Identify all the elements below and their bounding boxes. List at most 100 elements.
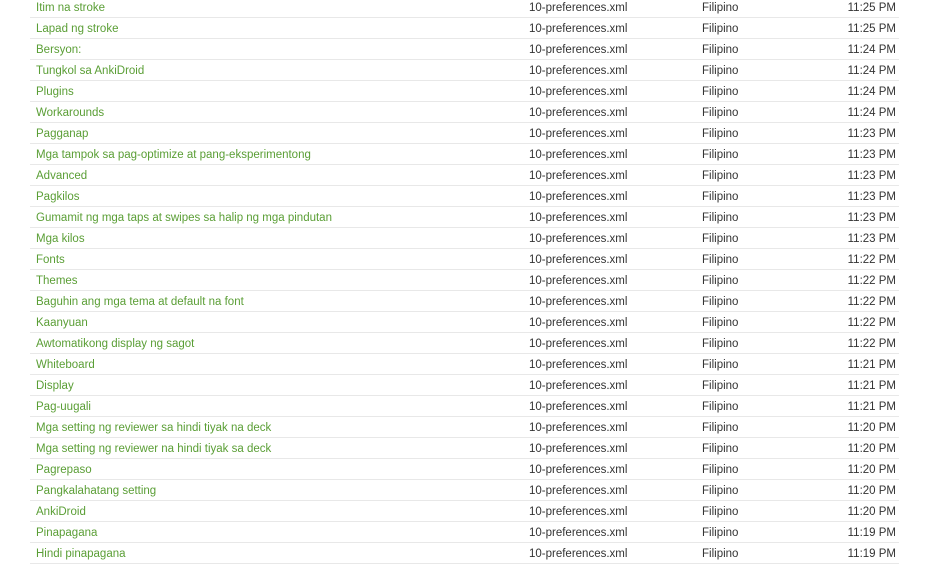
table-row: Pangkalahatang setting 10-preferences.xml… — [30, 480, 899, 501]
file-name: 10-preferences.xml — [529, 359, 628, 371]
language-label: Filipino — [702, 422, 739, 434]
language-label: Filipino — [702, 233, 739, 245]
timestamp: 11:22 PM — [847, 254, 896, 266]
string-title-link[interactable]: Kaanyuan — [36, 315, 88, 331]
table-row: Themes 10-preferences.xml Filipino 11:22 PM — [30, 270, 899, 291]
string-title-link[interactable]: Advanced — [36, 168, 87, 184]
timestamp: 11:20 PM — [847, 443, 896, 455]
table-row: Pag-uugali 10-preferences.xml Filipino 11:2… — [30, 396, 899, 417]
timestamp: 11:23 PM — [847, 128, 896, 140]
table-row: Pagrepaso 10-preferences.xml Filipino 11:20… — [30, 459, 899, 480]
file-name: 10-preferences.xml — [529, 506, 628, 518]
file-name: 10-preferences.xml — [529, 275, 628, 287]
timestamp: 11:24 PM — [847, 86, 896, 98]
language-label: Filipino — [702, 527, 739, 539]
string-title-link[interactable]: Baguhin ang mga tema at default na font — [36, 294, 244, 310]
file-name: 10-preferences.xml — [529, 191, 628, 203]
timestamp: 11:25 PM — [847, 2, 896, 14]
timestamp: 11:20 PM — [847, 506, 896, 518]
language-label: Filipino — [702, 2, 739, 14]
table-row: Workarounds 10-preferences.xml Filipino 11:… — [30, 102, 899, 123]
timestamp: 11:19 PM — [847, 548, 896, 560]
file-name: 10-preferences.xml — [529, 254, 628, 266]
string-title-link[interactable]: Themes — [36, 273, 78, 289]
timestamp: 11:25 PM — [847, 23, 896, 35]
string-title-link[interactable]: Pinapagana — [36, 525, 97, 541]
file-name: 10-preferences.xml — [529, 338, 628, 350]
string-title-link[interactable]: Gumamit ng mga taps at swipes sa halip n… — [36, 210, 332, 226]
file-name: 10-preferences.xml — [529, 86, 628, 98]
string-title-link[interactable]: Plugins — [36, 84, 74, 100]
table-row: Pagganap 10-preferences.xml Filipino 11:23 … — [30, 123, 899, 144]
timestamp: 11:20 PM — [847, 464, 896, 476]
file-name: 10-preferences.xml — [529, 107, 628, 119]
file-name: 10-preferences.xml — [529, 485, 628, 497]
string-title-link[interactable]: Mga kilos — [36, 231, 85, 247]
timestamp: 11:21 PM — [847, 359, 896, 371]
language-label: Filipino — [702, 359, 739, 371]
file-name: 10-preferences.xml — [529, 548, 628, 560]
timestamp: 11:23 PM — [847, 149, 896, 161]
timestamp: 11:19 PM — [847, 527, 896, 539]
timestamp: 11:23 PM — [847, 212, 896, 224]
timestamp: 11:23 PM — [847, 170, 896, 182]
timestamp: 11:22 PM — [847, 275, 896, 287]
string-title-link[interactable]: Tungkol sa AnkiDroid — [36, 63, 144, 79]
language-label: Filipino — [702, 401, 739, 413]
string-title-link[interactable]: Mga setting ng reviewer sa hindi tiyak n… — [36, 420, 271, 436]
timestamp: 11:24 PM — [847, 44, 896, 56]
string-title-link[interactable]: Mga setting ng reviewer na hindi tiyak s… — [36, 441, 271, 457]
string-title-link[interactable]: AnkiDroid — [36, 504, 86, 520]
file-name: 10-preferences.xml — [529, 380, 628, 392]
string-title-link[interactable]: Pagkilos — [36, 189, 79, 205]
table-row: Hindi pinapagana 10-preferences.xml Filipi… — [30, 543, 899, 564]
timestamp: 11:24 PM — [847, 107, 896, 119]
file-name: 10-preferences.xml — [529, 464, 628, 476]
file-name: 10-preferences.xml — [529, 65, 628, 77]
timestamp: 11:23 PM — [847, 191, 896, 203]
table-row: Kaanyuan 10-preferences.xml Filipino 11:22 … — [30, 312, 899, 333]
file-name: 10-preferences.xml — [529, 401, 628, 413]
table-row: Advanced 10-preferences.xml Filipino 11:23 … — [30, 165, 899, 186]
string-title-link[interactable]: Mga tampok sa pag-optimize at pang-ekspe… — [36, 147, 311, 163]
language-label: Filipino — [702, 548, 739, 560]
language-label: Filipino — [702, 23, 739, 35]
table-row: Mga kilos 10-preferences.xml Filipino 11:23… — [30, 228, 899, 249]
timestamp: 11:20 PM — [847, 422, 896, 434]
language-label: Filipino — [702, 191, 739, 203]
table-row: Lapad ng stroke 10-preferences.xml Filipin… — [30, 18, 899, 39]
string-title-link[interactable]: Pagrepaso — [36, 462, 92, 478]
string-title-link[interactable]: Workarounds — [36, 105, 104, 121]
language-label: Filipino — [702, 44, 739, 56]
table-row: Plugins 10-preferences.xml Filipino 11:24 P… — [30, 81, 899, 102]
file-name: 10-preferences.xml — [529, 422, 628, 434]
string-title-link[interactable]: Fonts — [36, 252, 65, 268]
string-title-link[interactable]: Bersyon: — [36, 42, 81, 58]
string-title-link[interactable]: Whiteboard — [36, 357, 95, 373]
table-row: Display 10-preferences.xml Filipino 11:21 P… — [30, 375, 899, 396]
string-title-link[interactable]: Display — [36, 378, 74, 394]
string-title-link[interactable]: Pagganap — [36, 126, 88, 142]
language-label: Filipino — [702, 212, 739, 224]
file-name: 10-preferences.xml — [529, 128, 628, 140]
file-name: 10-preferences.xml — [529, 233, 628, 245]
file-name: 10-preferences.xml — [529, 212, 628, 224]
table-row: Awtomatikong display ng sagot 10-preferen… — [30, 333, 899, 354]
table-row: Mga tampok sa pag-optimize at pang-ekspe… — [30, 144, 899, 165]
string-title-link[interactable]: Hindi pinapagana — [36, 546, 126, 562]
string-title-link[interactable]: Pag-uugali — [36, 399, 91, 415]
file-name: 10-preferences.xml — [529, 527, 628, 539]
language-label: Filipino — [702, 149, 739, 161]
string-title-link[interactable]: Pangkalahatang setting — [36, 483, 156, 499]
file-name: 10-preferences.xml — [529, 149, 628, 161]
language-label: Filipino — [702, 86, 739, 98]
table-row: Pagkilos 10-preferences.xml Filipino 11:23 … — [30, 186, 899, 207]
file-name: 10-preferences.xml — [529, 2, 628, 14]
string-title-link[interactable]: Itim na stroke — [36, 0, 105, 16]
string-title-link[interactable]: Awtomatikong display ng sagot — [36, 336, 194, 352]
string-title-link[interactable]: Lapad ng stroke — [36, 21, 118, 37]
table-row: Mga setting ng reviewer sa hindi tiyak n… — [30, 417, 899, 438]
language-label: Filipino — [702, 443, 739, 455]
language-label: Filipino — [702, 275, 739, 287]
activity-list: Itim na stroke 10-preferences.xml Filipino… — [30, 0, 899, 564]
